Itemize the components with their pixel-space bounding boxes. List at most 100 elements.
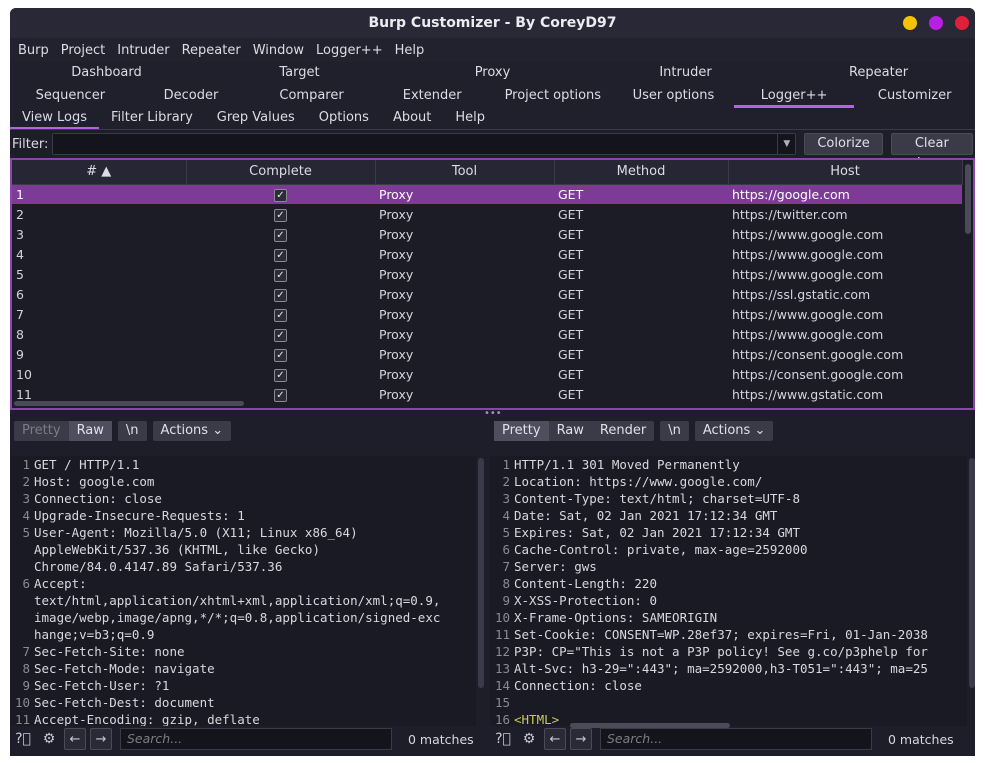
maximize-button[interactable] bbox=[929, 16, 943, 30]
log-table: # ▲ Complete Tool Method Host 1 ✓ Proxy … bbox=[10, 158, 975, 410]
response-render-button[interactable]: Render bbox=[592, 421, 654, 441]
tab-customizer[interactable]: Customizer bbox=[854, 85, 975, 108]
colorize-button[interactable]: Colorize bbox=[804, 133, 883, 155]
filter-input[interactable]: ▼ bbox=[52, 133, 797, 155]
subtab-view-logs[interactable]: View Logs bbox=[10, 108, 99, 129]
menu-repeater[interactable]: Repeater bbox=[176, 43, 247, 58]
column-header-complete[interactable]: Complete bbox=[186, 160, 376, 185]
subtab-about[interactable]: About bbox=[381, 108, 443, 129]
cell-num: 5 bbox=[16, 266, 24, 282]
code-line: AppleWebKit/537.36 (KHTML, like Gecko) bbox=[34, 542, 320, 557]
checkbox-checked-icon: ✓ bbox=[274, 269, 287, 282]
code-line: 2 Host: google.com bbox=[22, 474, 155, 489]
request-raw-button[interactable]: Raw bbox=[68, 421, 112, 441]
response-pane: Pretty Raw Render \n Actions ⌄ 1 HTTP/1.1… bbox=[490, 418, 975, 756]
gear-icon[interactable]: ⚙ bbox=[518, 728, 540, 750]
response-editor[interactable]: 1 HTTP/1.1 301 Moved Permanently 2 Locatio… bbox=[490, 456, 967, 726]
menu-burp[interactable]: Burp bbox=[12, 43, 55, 58]
clear-logs-button[interactable]: Clear Logs bbox=[890, 133, 973, 171]
request-search-bar: ?⃝ ⚙ ← → Search... 0 matches bbox=[10, 726, 484, 752]
tab-comparer[interactable]: Comparer bbox=[251, 85, 372, 108]
arrow-left-icon[interactable]: ← bbox=[544, 728, 566, 750]
chevron-down-icon[interactable]: ▼ bbox=[777, 134, 795, 154]
request-search-input[interactable]: Search... bbox=[120, 728, 392, 750]
request-pretty-button[interactable]: Pretty bbox=[14, 421, 69, 441]
cell-host: https://www.google.com bbox=[732, 266, 884, 282]
tab-target[interactable]: Target bbox=[203, 62, 396, 85]
subtab-filter-library[interactable]: Filter Library bbox=[99, 108, 205, 129]
table-row[interactable]: 4 ✓ Proxy GET https://www.google.com bbox=[12, 244, 962, 264]
code-line: 3 Content-Type: text/html; charset=UTF-8 bbox=[502, 491, 800, 506]
cell-method: GET bbox=[558, 346, 584, 362]
response-newline-button[interactable]: \n bbox=[660, 421, 689, 441]
code-line: 11 Accept-Encoding: gzip, deflate bbox=[14, 712, 260, 726]
table-row[interactable]: 9 ✓ Proxy GET https://consent.google.com bbox=[12, 344, 962, 364]
table-header: # ▲ Complete Tool Method Host bbox=[12, 160, 963, 185]
filter-label: Filter: bbox=[12, 136, 49, 152]
tab-sequencer[interactable]: Sequencer bbox=[10, 85, 131, 108]
tab-extender[interactable]: Extender bbox=[372, 85, 493, 108]
help-icon[interactable]: ?⃝ bbox=[492, 728, 514, 750]
response-vertical-scrollbar[interactable] bbox=[969, 458, 975, 688]
request-newline-button[interactable]: \n bbox=[117, 421, 147, 441]
split-handle-icon[interactable]: ••• bbox=[484, 408, 502, 419]
table-row[interactable]: 6 ✓ Proxy GET https://ssl.gstatic.com bbox=[12, 284, 962, 304]
tab-decoder[interactable]: Decoder bbox=[131, 85, 252, 108]
tab-intruder[interactable]: Intruder bbox=[589, 62, 782, 85]
checkbox-checked-icon: ✓ bbox=[274, 189, 287, 203]
subtab-options[interactable]: Options bbox=[307, 108, 381, 129]
minimize-button[interactable] bbox=[903, 16, 917, 30]
cell-method: GET bbox=[558, 386, 584, 402]
request-editor[interactable]: 1 GET / HTTP/1.1 2 Host: google.com 3 Conne… bbox=[10, 456, 476, 726]
column-header-tool[interactable]: Tool bbox=[375, 160, 555, 185]
help-icon[interactable]: ?⃝ bbox=[12, 728, 34, 750]
column-header-num[interactable]: # ▲ bbox=[12, 160, 187, 185]
tab-repeater[interactable]: Repeater bbox=[782, 62, 975, 85]
subtab-grep-values[interactable]: Grep Values bbox=[205, 108, 307, 129]
tab-proxy[interactable]: Proxy bbox=[396, 62, 589, 85]
arrow-right-icon[interactable]: → bbox=[90, 728, 112, 750]
table-horizontal-scrollbar[interactable] bbox=[14, 401, 244, 406]
table-row[interactable]: 8 ✓ Proxy GET https://www.google.com bbox=[12, 324, 962, 344]
request-vertical-scrollbar[interactable] bbox=[478, 458, 484, 688]
main-tabs-row-2: Sequencer Decoder Comparer Extender Proj… bbox=[10, 85, 975, 108]
cell-method: GET bbox=[558, 326, 584, 342]
table-row[interactable]: 2 ✓ Proxy GET https://twitter.com bbox=[12, 204, 962, 224]
table-row[interactable]: 7 ✓ Proxy GET https://www.google.com bbox=[12, 304, 962, 324]
cell-tool: Proxy bbox=[379, 286, 414, 302]
menu-logger[interactable]: Logger++ bbox=[310, 43, 389, 58]
tab-user-options[interactable]: User options bbox=[613, 85, 734, 108]
table-row[interactable]: 3 ✓ Proxy GET https://www.google.com bbox=[12, 224, 962, 244]
tab-project-options[interactable]: Project options bbox=[493, 85, 614, 108]
table-row[interactable]: 5 ✓ Proxy GET https://www.google.com bbox=[12, 264, 962, 284]
menu-window[interactable]: Window bbox=[247, 43, 310, 58]
menu-bar: Burp Project Intruder Repeater Window Lo… bbox=[10, 38, 975, 62]
response-actions-button[interactable]: Actions ⌄ bbox=[694, 421, 774, 441]
cell-method: GET bbox=[558, 206, 584, 222]
table-vertical-scrollbar[interactable] bbox=[965, 164, 971, 234]
subtab-help[interactable]: Help bbox=[443, 108, 497, 129]
column-header-host[interactable]: Host bbox=[728, 160, 963, 185]
request-match-count: 0 matches bbox=[408, 731, 474, 747]
gear-icon[interactable]: ⚙ bbox=[38, 728, 60, 750]
response-search-input[interactable]: Search... bbox=[600, 728, 872, 750]
checkbox-checked-icon: ✓ bbox=[274, 389, 287, 402]
arrow-left-icon[interactable]: ← bbox=[64, 728, 86, 750]
tab-logger[interactable]: Logger++ bbox=[733, 85, 855, 108]
cell-host: https://twitter.com bbox=[732, 206, 848, 222]
table-row[interactable]: 1 ✓ Proxy GET https://google.com bbox=[12, 184, 962, 204]
arrow-right-icon[interactable]: → bbox=[570, 728, 592, 750]
menu-project[interactable]: Project bbox=[55, 43, 111, 58]
menu-intruder[interactable]: Intruder bbox=[111, 43, 175, 58]
response-raw-button[interactable]: Raw bbox=[549, 421, 592, 441]
menu-help[interactable]: Help bbox=[389, 43, 431, 58]
table-row[interactable]: 10 ✓ Proxy GET https://consent.google.co… bbox=[12, 364, 962, 384]
chevron-down-icon: ⌄ bbox=[212, 423, 224, 438]
request-actions-button[interactable]: Actions ⌄ bbox=[152, 421, 232, 441]
cell-host: https://www.google.com bbox=[732, 246, 884, 262]
close-button[interactable] bbox=[955, 16, 969, 30]
column-header-method[interactable]: Method bbox=[554, 160, 729, 185]
code-line: hange;v=b3;q=0.9 bbox=[34, 627, 155, 642]
response-pretty-button[interactable]: Pretty bbox=[494, 421, 549, 441]
tab-dashboard[interactable]: Dashboard bbox=[10, 62, 203, 85]
